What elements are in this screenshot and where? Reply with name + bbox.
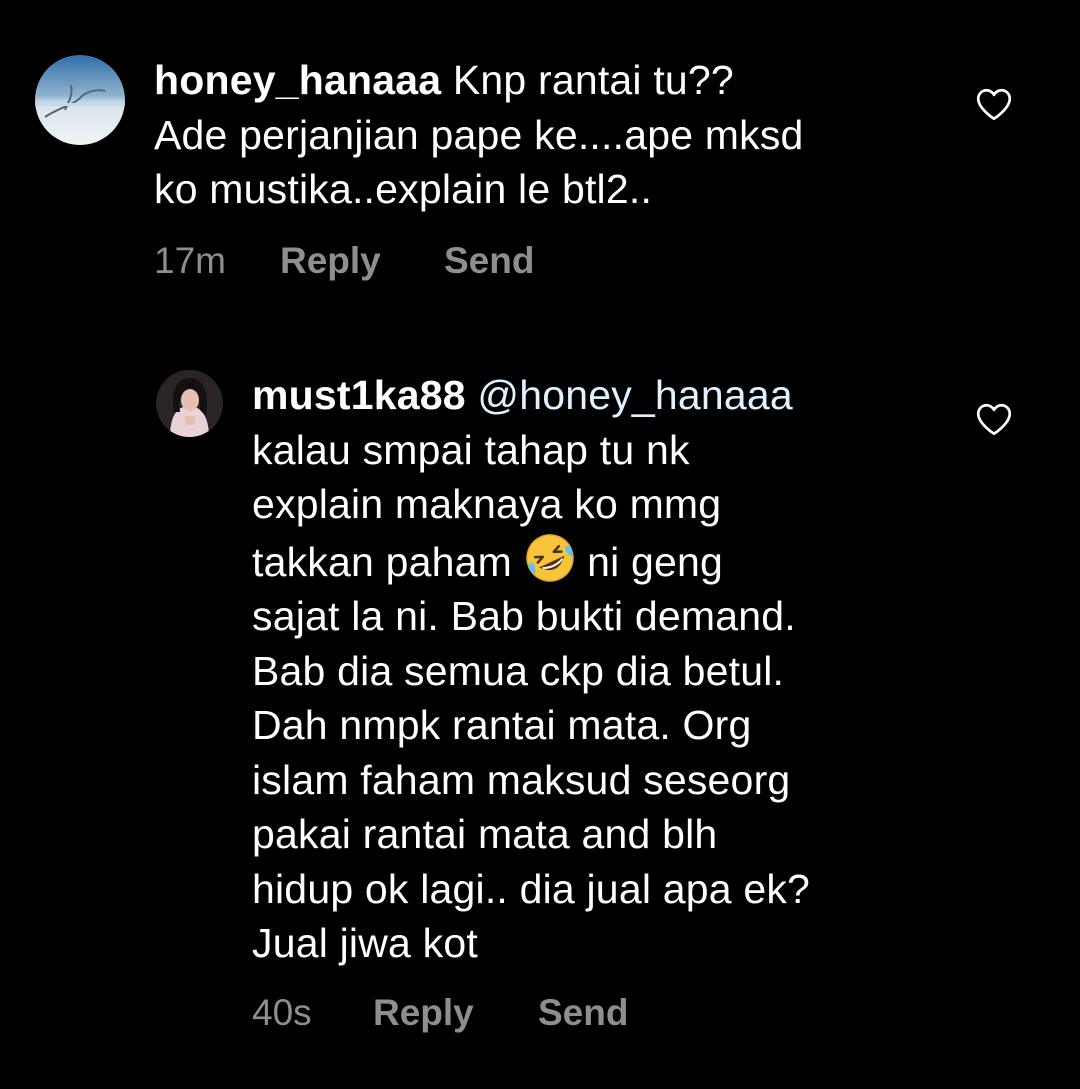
avatar[interactable]: [35, 55, 125, 145]
comment-timestamp: 40s: [252, 992, 312, 1033]
reply-button[interactable]: Reply: [373, 992, 474, 1034]
mention-link[interactable]: @honey_hanaaa: [477, 372, 793, 418]
avatar[interactable]: [156, 370, 223, 437]
rolling-on-floor-laughing-icon: [524, 532, 576, 584]
send-button[interactable]: Send: [538, 992, 628, 1034]
like-button[interactable]: [976, 88, 1012, 121]
comment-username[interactable]: must1ka88: [252, 372, 466, 418]
like-button[interactable]: [976, 403, 1012, 436]
heart-outline-icon: [976, 403, 1012, 436]
heart-outline-icon: [976, 88, 1012, 121]
comment-text-first-line: Knp rantai tu??: [441, 57, 734, 103]
reply-button[interactable]: Reply: [280, 240, 381, 282]
comment-timestamp: 17m: [154, 240, 226, 281]
comment-meta: 17m Reply Send: [154, 240, 654, 284]
comment-text-part2: ni geng sajat la ni. Bab bukti demand. B…: [252, 538, 811, 967]
avatar-image: [35, 55, 125, 145]
comment-username[interactable]: honey_hanaaa: [154, 57, 441, 103]
send-button[interactable]: Send: [444, 240, 534, 282]
comment-meta: 40s Reply Send: [252, 992, 752, 1036]
comment-text-continued: Ade perjanjian pape ke....ape mksd ko mu…: [154, 111, 804, 213]
comment-text: must1ka88 @honey_hanaaa kalau smpai taha…: [252, 368, 972, 971]
avatar-image: [156, 370, 223, 437]
comment-text: honey_hanaaa Knp rantai tu?? Ade perjanj…: [154, 53, 954, 217]
